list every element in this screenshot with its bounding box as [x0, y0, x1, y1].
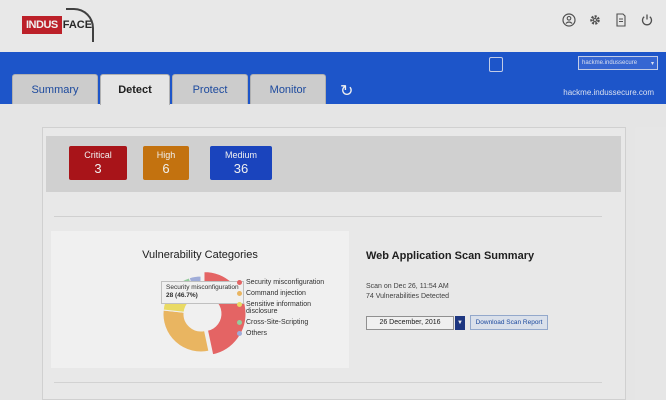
report-doc-icon[interactable]: [489, 57, 503, 72]
severity-count: 36: [233, 161, 249, 176]
severity-medium[interactable]: Medium 36: [210, 146, 272, 180]
user-icon[interactable]: [562, 13, 576, 27]
legend-label: Others: [246, 330, 268, 337]
chart-legend: Security misconfiguration Command injecti…: [237, 279, 327, 341]
legend-item[interactable]: Security misconfiguration: [237, 279, 327, 286]
top-bar: INDUS FACE: [0, 0, 666, 52]
severity-label: Medium: [224, 150, 257, 160]
tab-monitor[interactable]: Monitor: [250, 74, 326, 104]
site-select-value: hackme.indussecure: [582, 60, 638, 66]
refresh-icon[interactable]: ↻: [340, 81, 353, 101]
gear-icon[interactable]: [588, 13, 602, 27]
tooltip-label: Security misconfiguration: [166, 284, 239, 291]
tooltip-value: 28 (46.7%): [166, 292, 198, 300]
severity-high[interactable]: High 6: [143, 146, 189, 180]
scan-date: Scan on Dec 26, 11:54 AM: [366, 283, 449, 290]
top-icons: [562, 13, 654, 27]
legend-dot: [237, 320, 242, 325]
legend-dot: [237, 302, 242, 307]
severity-count: 6: [162, 161, 170, 176]
tab-detect[interactable]: Detect: [100, 74, 170, 105]
divider: [54, 216, 602, 217]
legend-item[interactable]: Cross-Site-Scripting: [237, 319, 327, 326]
severity-count: 3: [94, 161, 102, 176]
logo-arc: [66, 8, 94, 42]
severity-critical[interactable]: Critical 3: [69, 146, 127, 180]
tab-summary[interactable]: Summary: [12, 74, 98, 104]
brand-logo[interactable]: INDUS FACE: [22, 8, 94, 42]
legend-label: Command injection: [246, 290, 306, 297]
legend-item[interactable]: Others: [237, 330, 327, 337]
logo-box-text: INDUS: [22, 16, 62, 34]
legend-dot: [237, 280, 242, 285]
site-select[interactable]: hackme.indussecure ▾: [578, 56, 658, 70]
legend-label: Cross-Site-Scripting: [246, 319, 309, 326]
legend-dot: [237, 291, 242, 296]
legend-dot: [237, 331, 242, 336]
chart-tooltip: Security misconfiguration 28 (46.7%): [161, 281, 244, 304]
scan-date-select[interactable]: 26 December, 2016: [366, 316, 454, 330]
vulnerabilities-detected: 74 Vulnerabilities Detected: [366, 292, 450, 300]
chevron-down-icon[interactable]: ▼: [455, 316, 465, 330]
severity-strip: [46, 136, 621, 192]
document-icon[interactable]: [614, 13, 628, 27]
legend-label: Security misconfiguration: [246, 279, 325, 286]
download-report-button[interactable]: Download Scan Report: [470, 315, 548, 330]
scan-info: Scan on Dec 26, 11:54 AM 74 Vulnerabilit…: [366, 282, 449, 302]
legend-label: Sensitive information disclosure: [246, 301, 311, 315]
legend-item[interactable]: Sensitive information disclosure: [237, 301, 327, 315]
summary-title: Web Application Scan Summary: [366, 250, 535, 262]
divider-bottom: [54, 382, 602, 383]
severity-label: High: [156, 150, 176, 160]
severity-label: Critical: [84, 150, 112, 160]
pie-slice[interactable]: [162, 309, 210, 353]
site-url: hackme.indussecure.com: [563, 88, 654, 97]
power-icon[interactable]: [640, 13, 654, 27]
legend-item[interactable]: Command injection: [237, 290, 327, 297]
chevron-down-icon: ▾: [650, 60, 654, 67]
vulnerability-chart-card: Vulnerability Categories Security miscon…: [51, 231, 349, 368]
tab-protect[interactable]: Protect: [172, 74, 248, 104]
